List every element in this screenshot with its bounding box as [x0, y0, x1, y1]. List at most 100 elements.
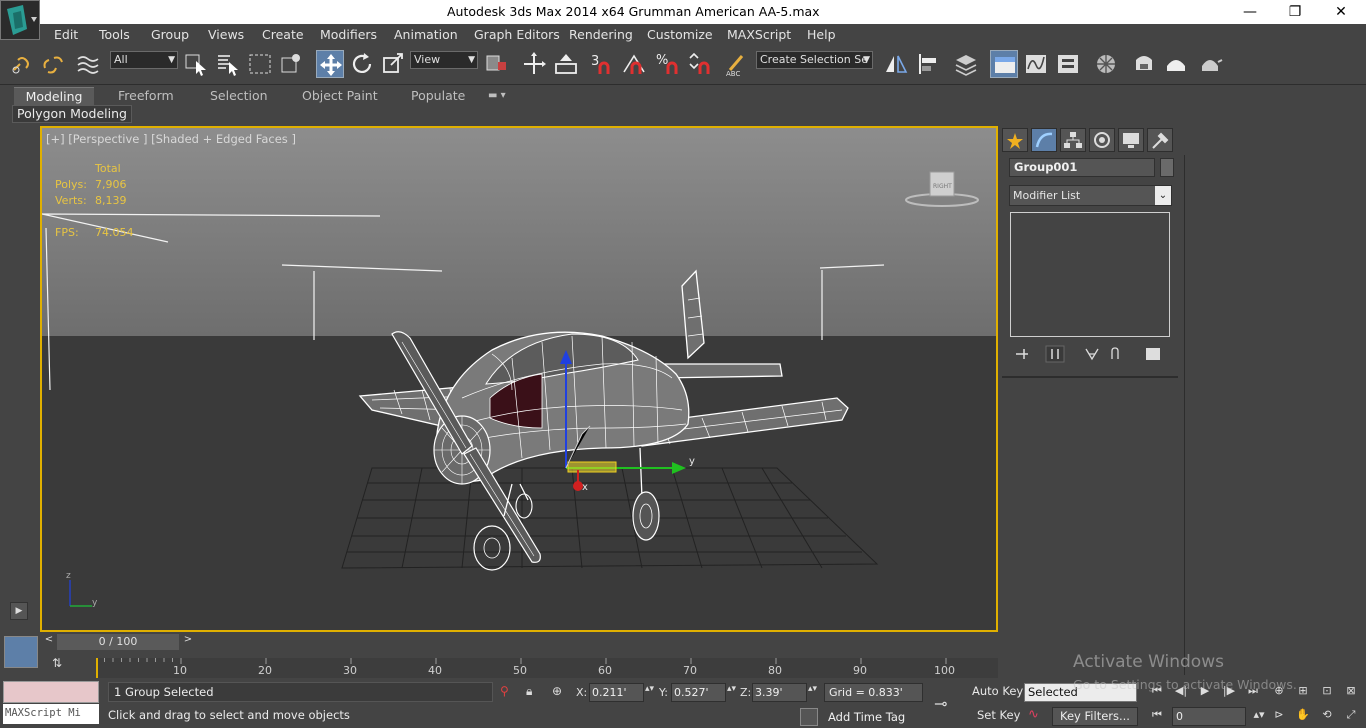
maximize-viewport-icon[interactable]: ⤢ — [1342, 708, 1360, 724]
y-coordinate-field[interactable]: 0.527' — [671, 683, 726, 702]
activate-windows-subtext: Go to Settings to activate Windows. — [1073, 677, 1297, 692]
material-editor-icon[interactable] — [1092, 50, 1120, 78]
create-tab-icon[interactable] — [1002, 128, 1028, 152]
expand-viewport-layout-icon[interactable]: ▶ — [10, 602, 28, 620]
menu-views[interactable]: Views — [208, 27, 244, 42]
select-and-move-icon[interactable] — [316, 50, 344, 78]
x-spinner-icon[interactable]: ▴▾ — [645, 684, 654, 694]
time-slider-prev-icon[interactable]: < — [42, 634, 56, 650]
menu-edit[interactable]: Edit — [54, 27, 78, 42]
y-spinner-icon[interactable]: ▴▾ — [727, 684, 736, 694]
isolate-selection-icon[interactable]: ⚲ — [500, 684, 514, 700]
add-time-tag-button[interactable]: Add Time Tag — [824, 707, 923, 727]
named-selection-sets-dropdown[interactable]: Create Selection Se ▼ — [756, 51, 873, 69]
modifier-list-dropdown[interactable]: Modifier List ⌄ — [1009, 185, 1172, 206]
pan-view-icon[interactable]: ✋ — [1294, 708, 1312, 724]
bind-to-space-warp-icon[interactable] — [74, 50, 102, 78]
z-spinner-icon[interactable]: ▴▾ — [808, 684, 817, 694]
current-frame-field[interactable]: 0 — [1172, 707, 1246, 726]
percent-snap-toggle-icon[interactable]: % — [654, 50, 682, 78]
frame-spinner-icon[interactable]: ▴▾ — [1250, 708, 1268, 724]
keyboard-shortcut-override-icon[interactable] — [552, 50, 580, 78]
edit-named-selection-icon[interactable]: ABC — [722, 50, 750, 78]
select-object-icon[interactable] — [182, 50, 210, 78]
maxscript-listener-output[interactable] — [3, 681, 99, 703]
menu-tools[interactable]: Tools — [99, 27, 130, 42]
reference-coordinate-dropdown[interactable]: View ▼ — [410, 51, 478, 69]
app-menu-button[interactable] — [0, 0, 40, 40]
modify-tab-icon[interactable] — [1031, 128, 1057, 152]
maxscript-mini-listener[interactable]: MAXScript Mi — [3, 704, 99, 724]
curve-editor-icon[interactable] — [1022, 50, 1050, 78]
set-key-button[interactable]: Set Key — [977, 708, 1020, 722]
tab-object-paint[interactable]: Object Paint — [302, 87, 378, 105]
menu-maxscript[interactable]: MAXScript — [727, 27, 791, 42]
display-tab-icon[interactable] — [1118, 128, 1144, 152]
auto-key-button[interactable]: Auto Key — [972, 684, 1023, 698]
zoom-extents-icon[interactable]: ⊡ — [1318, 684, 1336, 700]
utilities-tab-icon[interactable] — [1147, 128, 1173, 152]
close-button[interactable]: ✕ — [1318, 0, 1364, 24]
menu-graph-editors[interactable]: Graph Editors — [474, 27, 560, 42]
window-crossing-icon[interactable] — [278, 50, 306, 78]
selection-filter-dropdown[interactable]: All ▼ — [110, 51, 178, 69]
align-icon[interactable] — [914, 50, 942, 78]
menu-modifiers[interactable]: Modifiers — [320, 27, 377, 42]
perspective-viewport[interactable]: y x RIGHT z y [+] [Perspective ] [Shaded… — [40, 126, 998, 632]
frame-counter[interactable]: 0 / 100 — [57, 634, 179, 650]
menu-group[interactable]: Group — [151, 27, 189, 42]
angle-snap-toggle-icon[interactable] — [620, 50, 648, 78]
polygon-modeling-panel[interactable]: Polygon Modeling — [12, 105, 132, 123]
time-slider-next-icon[interactable]: > — [181, 634, 195, 650]
time-tag-icon[interactable] — [800, 708, 818, 726]
field-of-view-icon[interactable]: ⊳ — [1270, 708, 1288, 724]
rectangular-selection-icon[interactable] — [246, 50, 274, 78]
pivot-center-icon[interactable] — [482, 50, 510, 78]
zoom-extents-all-icon[interactable]: ⊠ — [1342, 684, 1360, 700]
snaps-toggle-icon[interactable]: 3 — [588, 50, 616, 78]
key-filters-button[interactable]: Key Filters... — [1052, 707, 1138, 726]
viewport-label-menu[interactable]: [+] [Perspective ] [Shaded + Edged Faces… — [46, 132, 296, 146]
select-and-manipulate-icon[interactable] — [520, 50, 548, 78]
select-by-name-icon[interactable] — [214, 50, 242, 78]
select-and-rotate-icon[interactable] — [348, 50, 376, 78]
ribbon-options-icon[interactable]: ▬ ▾ — [488, 87, 506, 105]
tab-freeform[interactable]: Freeform — [118, 87, 174, 105]
object-name-field[interactable]: Group001 — [1009, 158, 1155, 177]
manage-layers-icon[interactable] — [952, 50, 980, 78]
spinner-snap-toggle-icon[interactable] — [686, 50, 714, 78]
object-color-swatch[interactable] — [1160, 158, 1174, 177]
mirror-icon[interactable] — [882, 50, 910, 78]
select-and-scale-icon[interactable] — [380, 50, 408, 78]
schematic-view-icon[interactable] — [1054, 50, 1082, 78]
select-and-link-icon[interactable] — [8, 50, 36, 78]
render-setup-icon[interactable] — [1130, 50, 1158, 78]
modifier-stack[interactable] — [1010, 212, 1170, 337]
selection-lock-icon[interactable]: 🔒︎ — [526, 684, 540, 700]
menu-create[interactable]: Create — [262, 27, 304, 42]
menu-animation[interactable]: Animation — [394, 27, 458, 42]
menu-help[interactable]: Help — [807, 27, 836, 42]
hierarchy-tab-icon[interactable] — [1060, 128, 1086, 152]
orbit-icon[interactable]: ⟲ — [1318, 708, 1336, 724]
open-mini-curve-editor-icon[interactable]: ⇅ — [52, 656, 72, 674]
restore-button[interactable]: ❐ — [1272, 0, 1318, 24]
tab-modeling[interactable]: Modeling — [14, 87, 94, 105]
menu-rendering[interactable]: Rendering — [569, 27, 633, 42]
mini-curve-editor-icon[interactable] — [4, 636, 38, 668]
default-tangents-icon[interactable]: ∿ — [1028, 707, 1046, 725]
minimize-button[interactable]: — — [1227, 0, 1273, 24]
render-production-icon[interactable] — [1196, 50, 1224, 78]
absolute-mode-icon[interactable]: ⊕ — [552, 684, 568, 700]
toggle-ribbon-icon[interactable] — [990, 50, 1018, 78]
motion-tab-icon[interactable] — [1089, 128, 1115, 152]
menu-customize[interactable]: Customize — [647, 27, 713, 42]
z-coordinate-field[interactable]: 3.39' — [752, 683, 807, 702]
tab-selection[interactable]: Selection — [210, 87, 268, 105]
rendered-frame-window-icon[interactable] — [1162, 50, 1190, 78]
tab-populate[interactable]: Populate — [411, 87, 465, 105]
unlink-selection-icon[interactable] — [40, 50, 68, 78]
key-mode-toggle-icon[interactable]: ⏮ — [1148, 708, 1166, 724]
set-keys-key-icon[interactable]: ⊸ — [934, 694, 960, 713]
x-coordinate-field[interactable]: 0.211' — [589, 683, 644, 702]
